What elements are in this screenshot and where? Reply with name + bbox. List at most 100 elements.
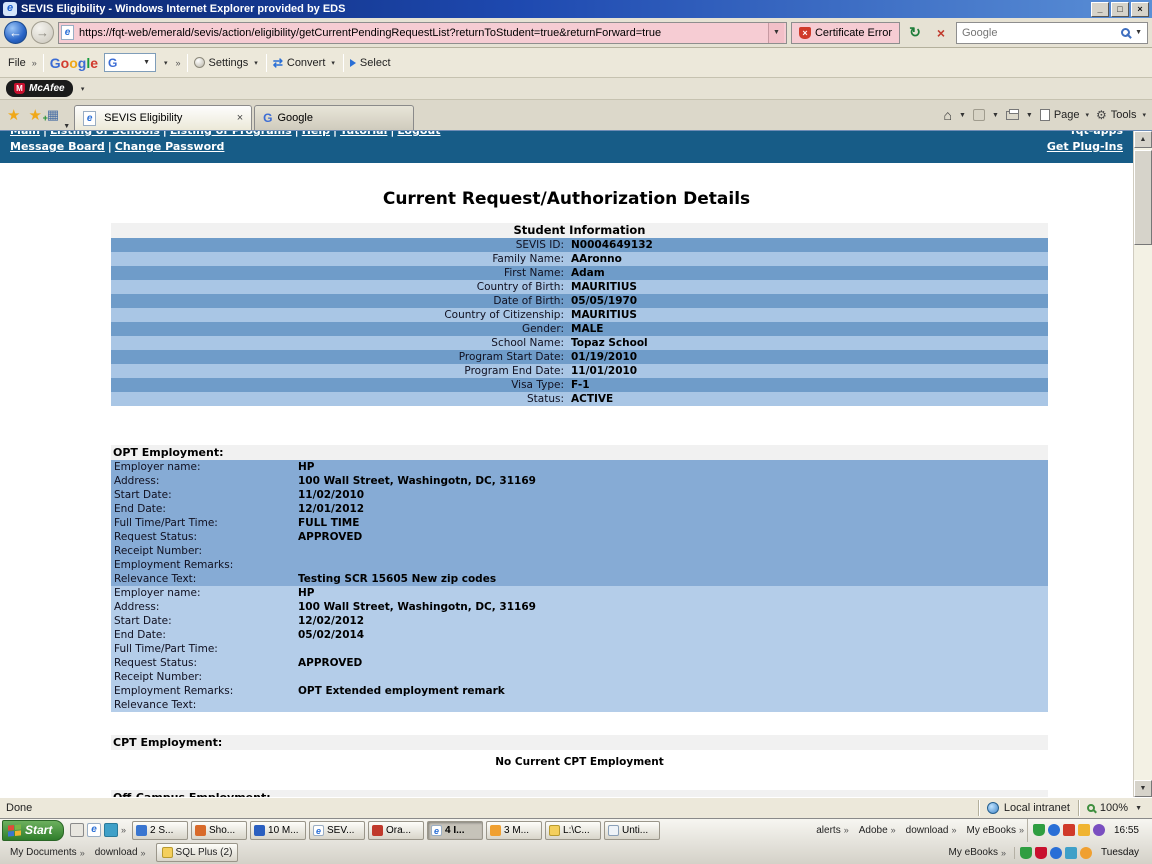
tray-icon[interactable] (1035, 847, 1047, 859)
toolbar-download-2[interactable]: download» (95, 847, 146, 858)
certificate-error-button[interactable]: × Certificate Error (791, 22, 900, 44)
employment-row: Receipt Number: (111, 544, 1048, 558)
menu-overflow-icon[interactable]: » (32, 58, 37, 68)
nav-link-tutorial[interactable]: Tutorial (340, 131, 387, 137)
search-dropdown-icon[interactable]: ▼ (1133, 29, 1144, 36)
settings-menu[interactable]: Settings ▾ (194, 57, 260, 69)
taskbar-row-1: Start e » 2 S... Sho... 10 M... eSEV... … (0, 819, 1152, 842)
toolbar-my-ebooks[interactable]: My eBooks» (966, 825, 1023, 836)
taskbar-toolbars: alerts» Adobe» download» My eBooks» (816, 825, 1024, 836)
url-input[interactable] (77, 26, 768, 40)
tray-icon[interactable] (1093, 824, 1105, 836)
search-input[interactable] (960, 26, 1118, 40)
nav-link-logout[interactable]: Logout (397, 131, 440, 137)
quick-tabs-icon[interactable]: ▦ (47, 107, 59, 123)
ie-quick-launch-icon[interactable]: e (87, 823, 101, 837)
vertical-scrollbar[interactable]: ▲ ▼ (1133, 131, 1152, 797)
toolbar-adobe[interactable]: Adobe» (859, 825, 896, 836)
tab-close-icon[interactable]: × (237, 112, 243, 124)
clock[interactable]: 16:55 (1108, 825, 1145, 836)
google-toolbar-overflow-icon[interactable]: » (176, 58, 181, 68)
toolbar-my-ebooks-2[interactable]: My eBooks» (949, 847, 1006, 858)
forward-button[interactable]: → (31, 21, 54, 44)
scrollbar-thumb[interactable] (1134, 150, 1152, 245)
quick-launch-overflow-icon[interactable]: » (121, 825, 126, 835)
search-box[interactable]: ▼ (956, 22, 1148, 44)
close-button[interactable]: × (1131, 2, 1149, 17)
add-favorite-icon[interactable]: ★+ (25, 106, 44, 124)
quick-launch-icon[interactable] (104, 823, 118, 837)
nav-link-main[interactable]: Main (10, 131, 40, 137)
toolbar-my-documents[interactable]: My Documents» (10, 847, 85, 858)
tray-icon[interactable] (1048, 824, 1060, 836)
nav-link-listing-of-schools[interactable]: Listing of Schools (50, 131, 160, 137)
nav-link-change-password[interactable]: Change Password (115, 140, 225, 153)
task-button-sql-plus[interactable]: SQL Plus (2) (156, 843, 239, 862)
mcafee-dropdown-icon[interactable]: ▾ (76, 81, 90, 97)
task-button[interactable]: L:\C... (545, 821, 601, 840)
tray-shield-icon[interactable] (1033, 824, 1045, 836)
stop-button[interactable]: × (930, 22, 952, 44)
scroll-down-icon[interactable]: ▼ (1134, 780, 1152, 797)
google-combo-dropdown-icon[interactable]: ▼ (141, 59, 152, 66)
nav-link-message-board[interactable]: Message Board (10, 140, 105, 153)
print-icon[interactable] (1006, 111, 1019, 120)
scrollbar-track[interactable] (1134, 245, 1152, 780)
address-dropdown-icon[interactable]: ▼ (768, 23, 784, 43)
task-button-active[interactable]: e4 I... (427, 821, 483, 840)
convert-menu[interactable]: ⇄ Convert ▾ (273, 56, 337, 70)
task-button[interactable]: 2 S... (132, 821, 188, 840)
employment-row: Employer name:HP (111, 460, 1048, 474)
employment-row: Address:100 Wall Street, Washingotn, DC,… (111, 600, 1048, 614)
search-icon[interactable] (1121, 28, 1130, 37)
task-button[interactable]: 3 M... (486, 821, 542, 840)
tab-google[interactable]: G Google (254, 105, 414, 130)
google-toolbar-dropdown-icon[interactable]: ▾ (162, 59, 170, 67)
task-button[interactable]: eSEV... (309, 821, 365, 840)
student-info-table: Student Information SEVIS ID:N0004649132… (111, 223, 1048, 406)
tray-icon[interactable] (1063, 824, 1075, 836)
minimize-button[interactable]: _ (1091, 2, 1109, 17)
address-field[interactable]: e ▼ (58, 22, 787, 44)
back-button[interactable]: ← (4, 21, 27, 44)
task-button[interactable]: Sho... (191, 821, 247, 840)
page-menu[interactable]: Page ▾ (1040, 109, 1091, 121)
nav-link-listing-of-programs[interactable]: Listing of Programs (170, 131, 292, 137)
home-dropdown-icon[interactable]: ▼ (957, 112, 968, 119)
task-button[interactable]: Unti... (604, 821, 660, 840)
tray-icon[interactable] (1065, 847, 1077, 859)
zoom-control[interactable]: 100% ▼ (1078, 800, 1152, 816)
quick-tabs-dropdown-icon[interactable]: ▼ (61, 123, 72, 130)
refresh-button[interactable]: ↻ (904, 22, 926, 44)
system-tray: 16:55 (1027, 819, 1150, 842)
file-menu[interactable]: File (8, 57, 26, 69)
site-nav-top-row: Main|Listing of Schools|Listing of Progr… (10, 131, 1123, 137)
mcafee-button[interactable]: M McAfee (6, 80, 73, 97)
task-button[interactable]: Ora... (368, 821, 424, 840)
print-dropdown-icon[interactable]: ▼ (1024, 112, 1035, 119)
tray-icon[interactable] (1020, 847, 1032, 859)
tray-icon[interactable] (1050, 847, 1062, 859)
task-button[interactable]: 10 M... (250, 821, 306, 840)
rss-feed-icon[interactable] (973, 109, 985, 121)
feed-dropdown-icon[interactable]: ▼ (990, 112, 1001, 119)
tray-icon[interactable] (1080, 847, 1092, 859)
tools-menu[interactable]: ⚙ Tools ▾ (1096, 108, 1148, 122)
student-info-row: Country of Citizenship:MAURITIUS (111, 308, 1048, 322)
quick-launch-icon[interactable] (70, 823, 84, 837)
start-button[interactable]: Start (2, 820, 64, 841)
favorites-center-icon[interactable]: ★ (4, 106, 23, 124)
tray-icon[interactable] (1078, 824, 1090, 836)
nav-link-get-plugins[interactable]: Get Plug-Ins (1047, 140, 1123, 153)
zoom-dropdown-icon[interactable]: ▼ (1133, 805, 1144, 812)
scroll-up-icon[interactable]: ▲ (1134, 131, 1152, 148)
toolbar-alerts[interactable]: alerts» (816, 825, 848, 836)
toolbar-download[interactable]: download» (906, 825, 957, 836)
maximize-button[interactable]: □ (1111, 2, 1129, 17)
google-search-combo[interactable]: G ▼ (104, 53, 156, 72)
mcafee-shield-icon: M (14, 83, 25, 94)
home-icon[interactable]: ⌂ (944, 107, 952, 123)
nav-link-help[interactable]: Help (302, 131, 330, 137)
select-button[interactable]: Select (350, 57, 391, 69)
tab-sevis-eligibility[interactable]: e SEVIS Eligibility × (74, 105, 252, 130)
